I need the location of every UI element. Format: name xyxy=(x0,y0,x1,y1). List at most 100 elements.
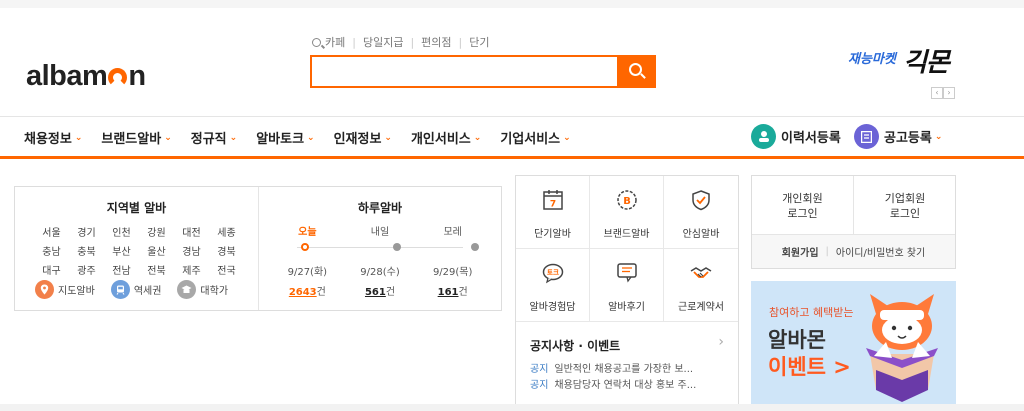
nav-item-corporate[interactable]: 기업서비스 ⌄ xyxy=(500,128,570,147)
region-title: 지역별 알바 xyxy=(106,201,167,215)
svg-text:7: 7 xyxy=(550,200,556,210)
city-link[interactable]: 강원 xyxy=(139,224,174,239)
timeline-dot xyxy=(471,243,479,251)
corporate-login-button[interactable]: 기업회원 로그인 xyxy=(854,176,956,234)
city-link[interactable]: 충남 xyxy=(34,243,69,258)
daily-title: 하루알바 xyxy=(357,201,403,215)
day-tab-today[interactable]: 오늘 xyxy=(271,223,344,238)
date-text: 9/29(목) xyxy=(432,267,473,278)
university-job-link[interactable]: 대학가 xyxy=(177,280,228,299)
count-tomorrow[interactable]: 561건 xyxy=(344,283,417,298)
resume-icon xyxy=(751,124,776,149)
ad-brand[interactable]: 긱몬 xyxy=(903,42,950,79)
post-register-label: 공고등록 xyxy=(884,131,932,146)
nav-item-brand[interactable]: 브랜드알바 ⌄ xyxy=(101,128,171,147)
resume-register-button[interactable]: 이력서등록 xyxy=(751,124,841,149)
region-shortcuts: 지도알바 역세권 대학가 xyxy=(35,280,244,299)
mascot-illustration xyxy=(866,294,938,402)
count-day-after[interactable]: 161건 xyxy=(416,283,489,298)
banner-title: 알바몬 xyxy=(768,328,826,352)
city-link[interactable]: 전남 xyxy=(104,262,139,277)
city-link[interactable]: 울산 xyxy=(139,243,174,258)
calendar-icon: 7 xyxy=(543,190,563,210)
service-review[interactable]: 알바후기 xyxy=(590,249,664,322)
daily-dates: 9/27(화) 9/28(수) 9/29(목) xyxy=(271,263,489,278)
count-today[interactable]: 2643건 xyxy=(271,283,344,298)
banner-subtitle: 참여하고 혜택받는 xyxy=(769,306,854,319)
review-chat-icon xyxy=(617,263,637,283)
service-brand[interactable]: B 브랜드알바 xyxy=(590,176,664,249)
search-icon xyxy=(312,37,321,47)
bottom-strip xyxy=(0,404,1024,411)
city-link[interactable]: 인천 xyxy=(104,224,139,239)
city-link[interactable]: 전국 xyxy=(209,262,244,277)
nav-item-jobs[interactable]: 채용정보 ⌄ xyxy=(24,128,82,147)
quick-link[interactable]: 단기 xyxy=(469,34,489,50)
nav-item-talk[interactable]: 알바토크 ⌄ xyxy=(256,128,314,147)
nav-item-talent[interactable]: 인재정보 ⌄ xyxy=(334,128,392,147)
quick-link[interactable]: 편의점 xyxy=(421,34,451,50)
logo-o-mark xyxy=(108,68,128,87)
search-input[interactable] xyxy=(310,55,620,88)
daily-job-section: 하루알바 오늘 내일 모레 9/27(화) 9/28(수) 9/29(목) 26… xyxy=(259,187,501,310)
daily-counts: 2643건 561건 161건 xyxy=(271,283,489,298)
region-city-grid: 서울 경기 인천 강원 대전 세종 충남 충북 부산 울산 경남 경북 대구 광… xyxy=(34,224,244,277)
service-short-term[interactable]: 7 단기알바 xyxy=(516,176,590,249)
chevron-down-icon: ⌄ xyxy=(934,131,943,142)
quick-link[interactable]: 카페 xyxy=(325,34,345,50)
chevron-down-icon: ⌄ xyxy=(307,132,315,143)
search-button[interactable] xyxy=(617,55,656,88)
ad-arrows: ‹ › xyxy=(931,87,955,99)
albamon-logo[interactable]: albam n xyxy=(26,60,146,93)
chevron-down-icon: ⌄ xyxy=(74,132,83,143)
ad-tagline[interactable]: 재능마켓 xyxy=(848,48,896,67)
city-link[interactable]: 경남 xyxy=(174,243,209,258)
service-safe[interactable]: 안심알바 xyxy=(664,176,738,249)
chevron-down-icon: ⌄ xyxy=(384,132,392,143)
signup-link[interactable]: 회원가입 xyxy=(782,244,819,259)
city-link[interactable]: 경북 xyxy=(209,243,244,258)
chevron-right-icon[interactable]: › xyxy=(718,334,724,350)
chevron-down-icon: ⌄ xyxy=(229,132,238,143)
city-link[interactable]: 서울 xyxy=(34,224,69,239)
city-link[interactable]: 경기 xyxy=(69,224,104,239)
find-account-link[interactable]: 아이디/비밀번호 찾기 xyxy=(836,244,925,259)
notice-item[interactable]: 공지 일반적인 채용공고를 가장한 보... xyxy=(530,360,693,375)
city-link[interactable]: 세종 xyxy=(209,224,244,239)
nav-item-fulltime[interactable]: 정규직 ⌄ xyxy=(191,128,237,147)
station-job-link[interactable]: 역세권 xyxy=(110,280,161,299)
resume-register-label: 이력서등록 xyxy=(781,131,841,146)
quick-link[interactable]: 당일지급 xyxy=(363,34,403,50)
timeline-dot-active xyxy=(301,243,309,251)
post-register-button[interactable]: 공고등록 ⌄ xyxy=(854,124,942,149)
service-menu: 7 단기알바 B 브랜드알바 안심알바 토크 알바경험담 알바후기 근로계약서 … xyxy=(515,175,739,406)
city-link[interactable]: 전북 xyxy=(139,262,174,277)
daily-day-tabs: 오늘 내일 모레 xyxy=(271,223,489,238)
nav-item-personal[interactable]: 개인서비스 ⌄ xyxy=(411,128,481,147)
brand-badge-icon: B xyxy=(617,190,637,210)
notice-title[interactable]: 공지사항 · 이벤트 xyxy=(530,337,620,354)
city-link[interactable]: 제주 xyxy=(174,262,209,277)
city-link[interactable]: 충북 xyxy=(69,243,104,258)
main-nav: 채용정보 ⌄ 브랜드알바 ⌄ 정규직 ⌄ 알바토크 ⌄ 인재정보 ⌄ 개인서비스 ⌄ 기업서… xyxy=(24,128,590,147)
notice-item[interactable]: 공지 채용담당자 연락처 대상 홍보 주... xyxy=(530,376,696,391)
day-tab-day-after[interactable]: 모레 xyxy=(416,223,489,238)
city-link[interactable]: 부산 xyxy=(104,243,139,258)
chevron-down-icon: ⌄ xyxy=(563,132,571,143)
service-experience[interactable]: 토크 알바경험담 xyxy=(516,249,590,322)
date-text: 9/27(화) xyxy=(287,267,328,278)
login-box: 개인회원 로그인 기업회원 로그인 회원가입 | 아이디/비밀번호 찾기 xyxy=(751,175,956,269)
next-arrow-icon[interactable]: › xyxy=(943,87,955,99)
service-contract[interactable]: 근로계약서 xyxy=(664,249,738,322)
city-link[interactable]: 대구 xyxy=(34,262,69,277)
map-job-link[interactable]: 지도알바 xyxy=(35,280,95,299)
prev-arrow-icon[interactable]: ‹ xyxy=(931,87,943,99)
header-divider xyxy=(0,116,1024,117)
talk-bubble-icon: 토크 xyxy=(542,263,564,284)
city-link[interactable]: 광주 xyxy=(69,262,104,277)
day-tab-tomorrow[interactable]: 내일 xyxy=(344,223,417,238)
region-daily-panel: 지역별 알바 서울 경기 인천 강원 대전 세종 충남 충북 부산 울산 경남 … xyxy=(14,186,502,311)
personal-login-button[interactable]: 개인회원 로그인 xyxy=(752,176,854,234)
city-link[interactable]: 대전 xyxy=(174,224,209,239)
event-banner[interactable]: 참여하고 혜택받는 알바몬 이벤트 > xyxy=(751,281,956,406)
